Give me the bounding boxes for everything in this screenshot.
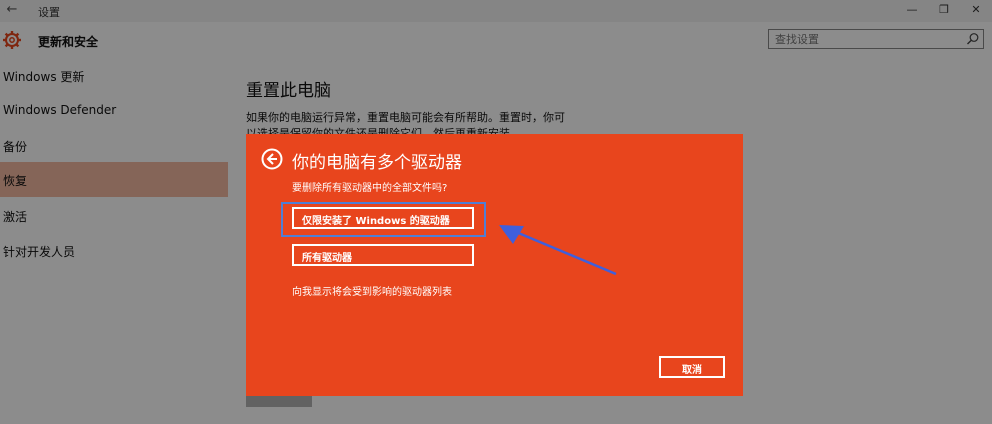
- dialog-subtitle: 要删除所有驱动器中的全部文件吗?: [292, 183, 448, 194]
- reset-dialog: 你的电脑有多个驱动器 要删除所有驱动器中的全部文件吗? 仅限安装了 Window…: [246, 134, 743, 396]
- cancel-label: 取消: [682, 365, 702, 376]
- dialog-title: 你的电脑有多个驱动器: [292, 153, 462, 173]
- all-drives-label: 所有驱动器: [302, 253, 352, 264]
- all-drives-button[interactable]: 所有驱动器: [292, 244, 474, 266]
- highlight-box: [281, 202, 486, 237]
- cancel-button[interactable]: 取消: [659, 356, 725, 378]
- show-affected-drives-link[interactable]: 向我显示将会受到影响的驱动器列表: [292, 283, 452, 298]
- back-circle-icon[interactable]: [261, 148, 283, 170]
